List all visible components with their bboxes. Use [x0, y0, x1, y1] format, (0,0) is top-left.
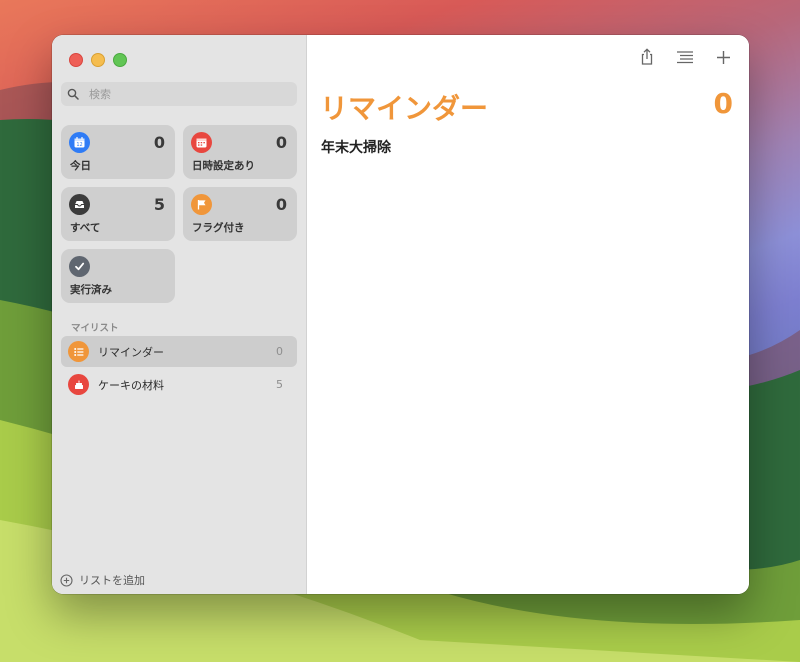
page-title: リマインダー [320, 92, 489, 125]
list-label: ケーキの材料 [98, 378, 164, 392]
search-icon [67, 88, 85, 100]
tray-icon [69, 194, 90, 215]
list-icon [68, 341, 89, 362]
share-button[interactable] [637, 47, 657, 67]
search-field[interactable] [61, 82, 297, 106]
main-content: リマインダー 0 年末大掃除 [307, 35, 749, 594]
add-list-label: リストを追加 [79, 574, 145, 587]
smart-list-scheduled[interactable]: 0 日時設定あり [183, 125, 297, 179]
list-label: リマインダー [98, 345, 164, 359]
smart-list-flagged[interactable]: 0 フラグ付き [183, 187, 297, 241]
flagged-label: フラグ付き [192, 222, 245, 234]
close-button[interactable] [69, 53, 83, 67]
list-count: 0 [276, 345, 283, 358]
sidebar: 12 0 今日 0 日時設定あり 5 すべて 0 フラグ [52, 35, 307, 594]
scheduled-count: 0 [275, 133, 287, 152]
all-label: すべて [70, 222, 101, 234]
add-circle-icon [60, 573, 73, 587]
flagged-count: 0 [275, 195, 287, 214]
checkmark-icon [69, 256, 90, 277]
window-controls [69, 53, 127, 67]
smart-list-completed[interactable]: 実行済み [61, 249, 175, 303]
minimize-button[interactable] [91, 53, 105, 67]
view-options-button[interactable] [675, 47, 695, 67]
list-item-reminders[interactable]: リマインダー 0 [61, 336, 297, 367]
all-count: 5 [153, 195, 165, 214]
share-icon [641, 48, 653, 65]
cake-icon [68, 374, 89, 395]
zoom-button[interactable] [113, 53, 127, 67]
today-label: 今日 [70, 160, 91, 172]
toolbar [637, 47, 733, 67]
completed-label: 実行済み [70, 284, 112, 296]
flag-icon [191, 194, 212, 215]
section-header[interactable]: 年末大掃除 [321, 137, 391, 157]
search-input[interactable] [87, 86, 291, 102]
list-item-cake-ingredients[interactable]: ケーキの材料 5 [61, 369, 297, 400]
my-lists-section-label: マイリスト [71, 323, 119, 334]
list-count: 5 [276, 378, 283, 391]
calendar-icon [191, 132, 212, 153]
plus-icon [716, 50, 730, 64]
add-reminder-button[interactable] [713, 47, 733, 67]
reminders-window: 12 0 今日 0 日時設定あり 5 すべて 0 フラグ [52, 35, 749, 594]
calendar-today-icon: 12 [69, 132, 90, 153]
list-lines-icon [677, 51, 693, 64]
svg-text:12: 12 [76, 142, 82, 148]
today-count: 0 [153, 133, 165, 152]
smart-list-all[interactable]: 5 すべて [61, 187, 175, 241]
smart-list-today[interactable]: 12 0 今日 [61, 125, 175, 179]
add-list-button[interactable]: リストを追加 [60, 572, 145, 588]
scheduled-label: 日時設定あり [192, 160, 255, 172]
reminder-count: 0 [713, 87, 733, 120]
